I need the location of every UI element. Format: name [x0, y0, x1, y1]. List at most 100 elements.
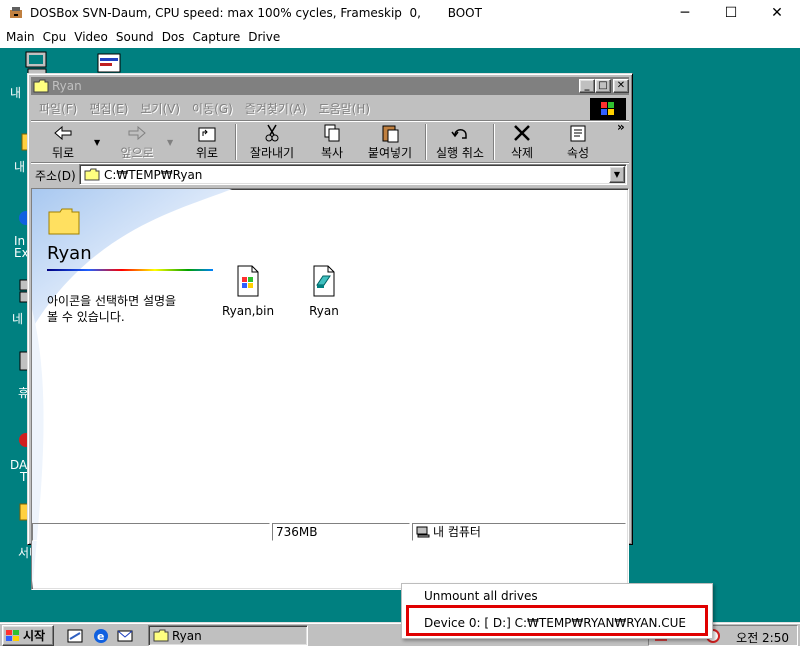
copy-icon [324, 124, 340, 142]
pane-rainbow-divider [47, 269, 213, 271]
window-title: Ryan [52, 79, 82, 93]
internet-explorer-icon[interactable]: e [92, 627, 110, 645]
properties-button[interactable]: 속성 [557, 122, 599, 162]
paste-clipboard-icon [382, 125, 399, 143]
toolbar-separator [235, 124, 237, 160]
up-label: 위로 [195, 146, 219, 160]
desktop-label: 내 [10, 86, 22, 100]
host-menu-sound[interactable]: Sound [112, 30, 158, 44]
windows-flag-icon [6, 629, 19, 641]
address-value: C:₩TEMP₩Ryan [104, 168, 203, 182]
cut-button[interactable]: 잘라내기 [241, 122, 303, 162]
address-bar: 주소(D) C:₩TEMP₩Ryan ▼ [31, 163, 629, 187]
undo-arrow-icon [451, 129, 467, 139]
file-item-ryan-bin[interactable]: Ryan,bin [213, 265, 283, 318]
window-close-button[interactable]: ✕ [613, 79, 629, 93]
cut-label: 잘라내기 [249, 146, 295, 160]
taskbar-task-label: Ryan [172, 628, 202, 643]
highlight-annotation-box [406, 605, 708, 636]
desktop-label: 네 [12, 312, 24, 326]
address-input[interactable]: C:₩TEMP₩Ryan ▼ [79, 164, 627, 185]
host-close-button[interactable]: ✕ [754, 0, 800, 26]
folder-icon [33, 79, 49, 93]
undo-button[interactable]: 실행 취소 [429, 122, 491, 162]
show-desktop-icon[interactable] [66, 627, 84, 645]
start-button[interactable]: 시작 [2, 625, 54, 646]
file-name: Ryan,bin [221, 304, 275, 318]
host-menu-bar: Main Cpu Video Sound Dos Capture Drive [0, 26, 800, 48]
menu-help[interactable]: 도움말(H) [313, 100, 377, 117]
copy-button[interactable]: 복사 [309, 122, 355, 162]
scissors-icon [265, 124, 279, 142]
paste-label: 붙여넣기 [367, 146, 413, 160]
host-menu-dos[interactable]: Dos [158, 30, 189, 44]
delete-button[interactable]: 삭제 [501, 122, 543, 162]
back-label: 뒤로 [51, 146, 75, 160]
clock: 오전 2:50 [736, 631, 789, 645]
address-label: 주소(D) [35, 169, 76, 183]
standard-toolbar: 뒤로 ▼ 앞으로 ▼ 위로 잘라내기 복사 붙여넣기 실행 취소 삭제 속성 » [33, 120, 628, 162]
dosbox-app-icon [10, 7, 22, 18]
toolbar-separator [425, 124, 427, 160]
undo-label: 실행 취소 [436, 146, 484, 160]
menu-file[interactable]: 파일(F) [33, 100, 83, 117]
back-dropdown-arrow[interactable]: ▼ [94, 138, 100, 147]
taskbar-ryan-button[interactable]: Ryan [148, 625, 308, 646]
window-title-bar[interactable]: Ryan _ □ ✕ [31, 77, 629, 95]
menu-item-unmount-all[interactable]: Unmount all drives [424, 589, 538, 603]
properties-label: 속성 [566, 146, 590, 160]
pane-description: 아이콘을 선택하면 설명을 볼 수 있습니다. [47, 293, 217, 325]
status-size: 736MB [272, 523, 410, 541]
host-menu-main[interactable]: Main [2, 30, 39, 44]
menu-view[interactable]: 보기(V) [134, 100, 186, 117]
delete-label: 삭제 [510, 146, 534, 160]
my-computer-small-icon [416, 526, 430, 538]
status-location: 내 컴퓨터 [433, 525, 481, 539]
menu-go[interactable]: 이동(G) [186, 100, 239, 117]
cd-image-file-icon [313, 265, 335, 297]
file-name: Ryan [309, 304, 339, 318]
up-button[interactable]: 위로 [183, 122, 231, 162]
forward-label: 앞으로 [120, 146, 154, 160]
host-window-title: DOSBox SVN-Daum, CPU speed: max 100% cyc… [30, 6, 482, 20]
window-minimize-button[interactable]: _ [579, 79, 595, 93]
outlook-express-icon[interactable] [116, 627, 134, 645]
windows-logo-throbber [590, 98, 626, 120]
window-maximize-button[interactable]: □ [595, 79, 611, 93]
status-bar: 736MB 내 컴퓨터 [31, 522, 629, 542]
toolbar-more-chevron[interactable]: » [617, 120, 625, 134]
start-label: 시작 [23, 629, 46, 643]
properties-icon [570, 125, 586, 142]
host-menu-drive[interactable]: Drive [244, 30, 284, 44]
folder-large-icon [48, 208, 80, 235]
file-item-ryan[interactable]: Ryan [289, 265, 359, 318]
host-minimize-button[interactable]: ─ [662, 0, 708, 26]
menu-favorites[interactable]: 즐겨찾기(A) [239, 100, 313, 117]
forward-button[interactable]: 앞으로 [109, 122, 165, 162]
toolbar-separator [493, 124, 495, 160]
back-button[interactable]: 뒤로 [39, 122, 87, 162]
forward-dropdown-arrow[interactable]: ▼ [167, 138, 173, 147]
pane-folder-title: Ryan [47, 243, 92, 264]
paste-button[interactable]: 붙여넣기 [359, 122, 421, 162]
host-maximize-button[interactable]: ☐ [708, 0, 754, 26]
forward-arrow-icon [128, 125, 146, 141]
delete-x-icon [514, 125, 530, 141]
host-menu-cpu[interactable]: Cpu [39, 30, 71, 44]
up-folder-icon [198, 127, 216, 142]
host-title-bar: DOSBox SVN-Daum, CPU speed: max 100% cyc… [0, 0, 800, 26]
pane-description-line: 볼 수 있습니다. [47, 310, 125, 324]
windows-flag-icon [601, 102, 614, 115]
svg-text:e: e [97, 630, 104, 643]
status-zone: 내 컴퓨터 [412, 523, 626, 541]
host-menu-capture[interactable]: Capture [189, 30, 245, 44]
pane-description-line: 아이콘을 선택하면 설명을 [47, 294, 177, 308]
address-dropdown-arrow[interactable]: ▼ [609, 166, 625, 183]
menu-edit[interactable]: 편집(E) [83, 100, 134, 117]
copy-label: 복사 [320, 146, 344, 160]
desktop-label: 내 [14, 160, 26, 174]
back-arrow-icon [54, 125, 72, 141]
explorer-window: Ryan _ □ ✕ 파일(F) 편집(E) 보기(V) 이동(G) 즐겨찾기(… [27, 73, 633, 590]
windows-file-icon [237, 265, 259, 297]
host-menu-video[interactable]: Video [70, 30, 112, 44]
